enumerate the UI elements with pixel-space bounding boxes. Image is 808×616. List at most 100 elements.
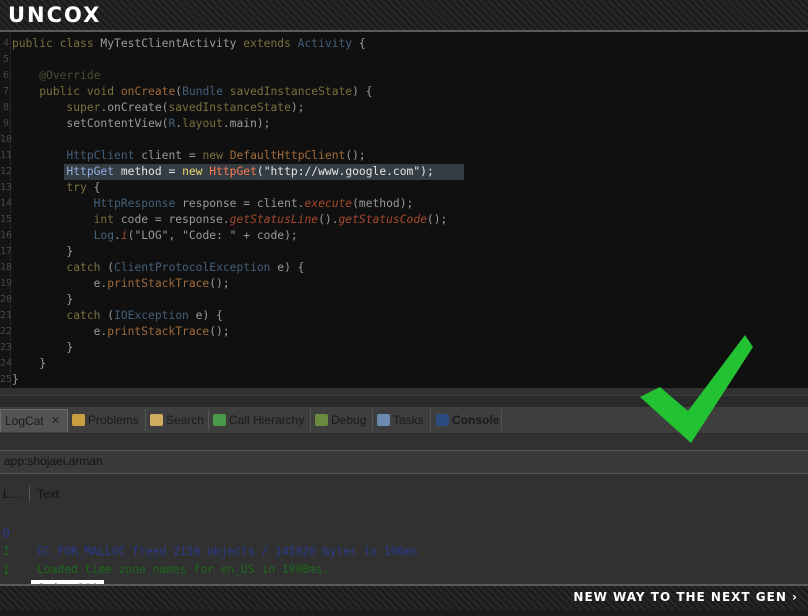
code-text: public void onCreate(Bundle savedInstanc… [12, 84, 373, 100]
code-line[interactable]: 10 [0, 132, 808, 148]
line-number: 23 [0, 342, 13, 353]
code-line[interactable]: 21 catch (IOException e) { [0, 308, 808, 324]
log-row[interactable]: D GC_FOR_MALLOC freed 2159 objects / 145… [0, 507, 808, 558]
code-token: Log [93, 229, 115, 242]
code-token: . [114, 229, 121, 242]
code-token: (); [209, 277, 230, 290]
tab-logcat[interactable]: LogCat ✕ [0, 409, 68, 432]
debug-icon [315, 414, 328, 426]
code-token: method = [120, 165, 183, 178]
code-token: onCreate [120, 85, 176, 98]
tab-search[interactable]: Search [147, 409, 209, 431]
code-line[interactable]: 13 try { [0, 180, 808, 196]
code-token: "http://www.google.com" [263, 165, 421, 178]
code-token: code = response. [120, 213, 230, 226]
line-number: 17 [0, 246, 13, 257]
code-token: } [12, 357, 47, 370]
code-token: try [66, 181, 87, 194]
code-line[interactable]: 8 super.onCreate(savedInstanceState); [0, 100, 808, 116]
tab-tasks[interactable]: Tasks [374, 409, 431, 431]
code-line[interactable]: 14 HttpResponse response = client.execut… [0, 196, 808, 212]
code-line[interactable]: 20 } [0, 292, 808, 308]
code-token: Activity [297, 37, 353, 50]
code-token: MyTestClientActivity [100, 37, 244, 50]
logcat-filter-text: app:shojaei.arman [4, 454, 103, 468]
code-token: getStatusCode [338, 213, 427, 226]
code-line[interactable]: 19 e.printStackTrace(); [0, 276, 808, 292]
log-message: Loaded time zone names for en_US in 1908… [37, 563, 330, 576]
close-icon[interactable]: ✕ [51, 410, 60, 432]
tab-label: Search [166, 413, 205, 427]
call-hierarchy-icon [213, 414, 226, 426]
tab-problems[interactable]: Problems [69, 409, 146, 431]
log-row-highlighted[interactable]: I Code: 200 [0, 544, 808, 598]
code-token: ) { [352, 85, 373, 98]
checkmark-shape [640, 335, 753, 443]
code-line[interactable]: 16 Log.i("LOG", "Code: " + code); [0, 228, 808, 244]
code-token: e) { [195, 309, 223, 322]
code-text: } [12, 356, 46, 372]
column-header-text[interactable]: Text [37, 487, 59, 501]
code-line[interactable]: 18 catch (ClientProtocolException e) { [0, 260, 808, 276]
code-line[interactable]: 5 [0, 52, 808, 68]
uncox-logo: UNCOX [8, 3, 102, 27]
tab-label: Debug [331, 413, 367, 427]
problems-icon [72, 414, 85, 426]
code-line[interactable]: 4 public class MyTestClientActivity exten… [0, 36, 808, 52]
line-number: 9 [2, 118, 9, 129]
code-text: } [12, 340, 73, 356]
line-number: 11 [0, 150, 13, 161]
log-row[interactable]: I Loaded time zone names for en_US in 19… [0, 525, 808, 576]
code-token: Bundle [182, 85, 230, 98]
footer-divider [0, 584, 808, 586]
console-icon [436, 414, 449, 426]
code-text: Log.i("LOG", "Code: " + code); [12, 228, 298, 244]
tab-console[interactable]: Console [433, 409, 502, 431]
code-line[interactable]: 9 setContentView(R.layout.main); [0, 116, 808, 132]
tab-label: Console [452, 413, 500, 427]
code-token: extends [243, 37, 298, 50]
line-number: 18 [0, 262, 13, 273]
code-token: e) { [277, 261, 305, 274]
line-number: 7 [2, 86, 9, 97]
column-header-level[interactable]: L... [3, 487, 20, 501]
code-text: } [12, 292, 73, 308]
tab-label: Call Hierarchy [229, 413, 305, 427]
code-token: } [12, 373, 19, 386]
line-number: 5 [2, 54, 9, 65]
code-token: HttpClient [66, 149, 142, 162]
code-token: HttpGet [66, 165, 121, 178]
code-line[interactable]: 15 int code = response.getStatusLine().g… [0, 212, 808, 228]
code-text: HttpGet method = new HttpGet("http://www… [12, 164, 434, 180]
code-text: HttpResponse response = client.execute(m… [12, 196, 414, 212]
code-token: ); [420, 165, 434, 178]
code-token: e. [12, 277, 108, 290]
code-line[interactable]: 7 public void onCreate(Bundle savedInsta… [0, 84, 808, 100]
code-line[interactable]: 11 HttpClient client = new DefaultHttpCl… [0, 148, 808, 164]
code-token: getStatusLine [229, 213, 319, 226]
code-text: HttpClient client = new DefaultHttpClien… [12, 148, 366, 164]
tasks-icon [377, 414, 390, 426]
code-token: .main); [222, 117, 271, 130]
checkmark-icon [640, 335, 753, 443]
code-token: ("LOG", "Code: " + code); [127, 229, 298, 242]
code-token: public class [12, 37, 101, 50]
line-number: 14 [0, 198, 13, 209]
tab-debug[interactable]: Debug [312, 409, 373, 431]
logcat-filter-field[interactable]: app:shojaei.arman [0, 450, 808, 474]
code-token: (); [345, 149, 366, 162]
code-line-highlighted[interactable]: 12 HttpGet method = new HttpGet("http://… [0, 164, 808, 180]
tab-call-hierarchy[interactable]: Call Hierarchy [210, 409, 311, 431]
column-separator[interactable] [29, 486, 30, 502]
code-token: HttpResponse [93, 197, 183, 210]
code-token: savedInstanceState [229, 85, 353, 98]
code-line[interactable]: 17 } [0, 244, 808, 260]
code-line[interactable]: 6 @Override [0, 68, 808, 84]
line-number: 19 [0, 278, 13, 289]
